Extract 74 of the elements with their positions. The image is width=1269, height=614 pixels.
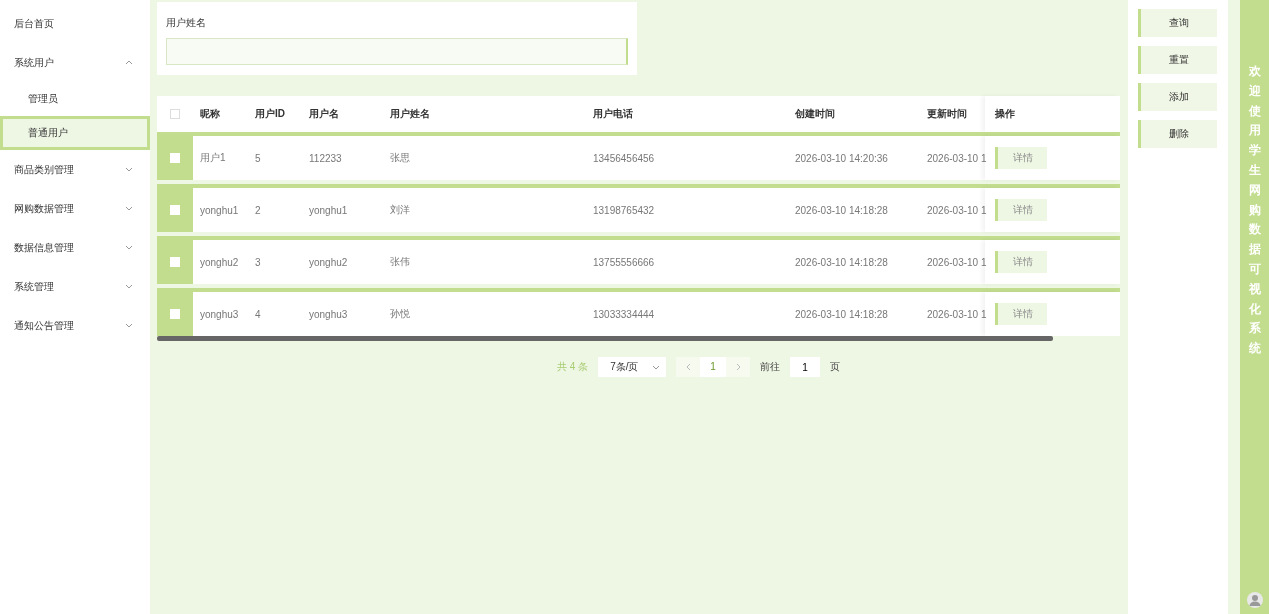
table-cell-text: 13456456456: [592, 152, 655, 164]
table-cell-text: 13198765432: [592, 204, 655, 216]
column-header: 更新时间: [926, 107, 967, 121]
table-cell-text: 3: [254, 256, 261, 268]
sidebar-item[interactable]: 后台首页: [0, 4, 150, 43]
page-size-select[interactable]: 7条/页: [598, 357, 667, 377]
column-header: 用户姓名: [389, 107, 430, 121]
sidebar-subitem[interactable]: 管理员: [0, 82, 150, 116]
detail-button[interactable]: 详情: [995, 303, 1047, 325]
column-header: 操作: [995, 107, 1015, 121]
action-button[interactable]: 重置: [1138, 46, 1217, 74]
table-cell-text: 13755556666: [592, 256, 655, 268]
checkbox[interactable]: [170, 109, 180, 119]
total-count: 共 4 条: [557, 360, 589, 374]
action-button[interactable]: 删除: [1138, 120, 1217, 148]
table-cell-text: 13033334444: [592, 308, 655, 320]
chevron-right-icon[interactable]: [735, 363, 741, 371]
chevron-down-icon: [652, 364, 661, 370]
scrollbar-thumb[interactable]: [157, 336, 1053, 341]
table-cell-text: 2026-03-10 1: [926, 256, 987, 268]
chevron-down-icon: [125, 206, 133, 211]
input-field[interactable]: [166, 38, 628, 65]
page-unit-label: 页: [830, 360, 841, 374]
table-cell-text: 张伟: [389, 255, 410, 269]
sidebar-item[interactable]: 通知公告管理: [0, 306, 150, 345]
table-cell-text: yonghu2: [199, 256, 239, 268]
table-cell-text: 孙悦: [389, 307, 410, 321]
avatar-icon: [1246, 592, 1263, 608]
sidebar-subitem[interactable]: 普通用户: [0, 116, 150, 150]
table-cell-text: yonghu3: [199, 308, 239, 320]
field-label: 用户姓名: [166, 16, 207, 30]
page-number[interactable]: 1: [700, 357, 727, 377]
table-cell-text: 用户1: [199, 151, 226, 165]
chevron-down-icon: [125, 167, 133, 172]
sidebar-item[interactable]: 系统用户: [0, 43, 150, 82]
table-cell-text: 2026-03-10 1: [926, 152, 987, 164]
table-cell-text: 112233: [308, 152, 342, 164]
action-button[interactable]: 添加: [1138, 83, 1217, 111]
sidebar-item[interactable]: 网购数据管理: [0, 189, 150, 228]
detail-button[interactable]: 详情: [995, 199, 1047, 221]
action-button[interactable]: 查询: [1138, 9, 1217, 37]
detail-button[interactable]: 详情: [995, 251, 1047, 273]
goto-label: 前往: [760, 360, 781, 374]
table-cell-text: 2026-03-10 14:18:28: [794, 256, 888, 268]
column-header: 创建时间: [794, 107, 835, 121]
table-cell-text: 刘洋: [389, 203, 410, 217]
table-cell-text: 张思: [389, 151, 410, 165]
column-header: 用户名: [308, 107, 339, 121]
table-cell-text: 4: [254, 308, 261, 320]
chevron-up-icon: [125, 60, 133, 65]
sidebar-item[interactable]: 数据信息管理: [0, 228, 150, 267]
sidebar-item[interactable]: 系统管理: [0, 267, 150, 306]
sidebar-item[interactable]: 商品类别管理: [0, 150, 150, 189]
detail-button[interactable]: 详情: [995, 147, 1047, 169]
table-cell-text: yonghu3: [308, 308, 348, 320]
column-header: 用户ID: [254, 107, 285, 121]
welcome-banner-text: 欢迎使用学生网购数据可视化系统: [1248, 63, 1261, 358]
column-header: 用户电话: [592, 107, 633, 121]
table-cell-text: 2026-03-10 1: [926, 204, 987, 216]
table-cell-text: yonghu1: [199, 204, 239, 216]
table-cell-text: 2: [254, 204, 261, 216]
table-cell-text: 2026-03-10 14:18:28: [794, 308, 888, 320]
goto-input[interactable]: 1: [790, 357, 821, 377]
table-cell-text: 2026-03-10 14:18:28: [794, 204, 888, 216]
table-cell-text: yonghu2: [308, 256, 348, 268]
chevron-down-icon: [125, 284, 133, 289]
column-header: 昵称: [199, 107, 220, 121]
table-cell-text: 2026-03-10 14:20:36: [794, 152, 888, 164]
table-cell-text: 5: [254, 152, 261, 164]
chevron-left-icon[interactable]: [685, 363, 691, 371]
table-cell-text: yonghu1: [308, 204, 348, 216]
table-cell-text: 2026-03-10 1: [926, 308, 987, 320]
chevron-down-icon: [125, 245, 133, 250]
chevron-down-icon: [125, 323, 133, 328]
